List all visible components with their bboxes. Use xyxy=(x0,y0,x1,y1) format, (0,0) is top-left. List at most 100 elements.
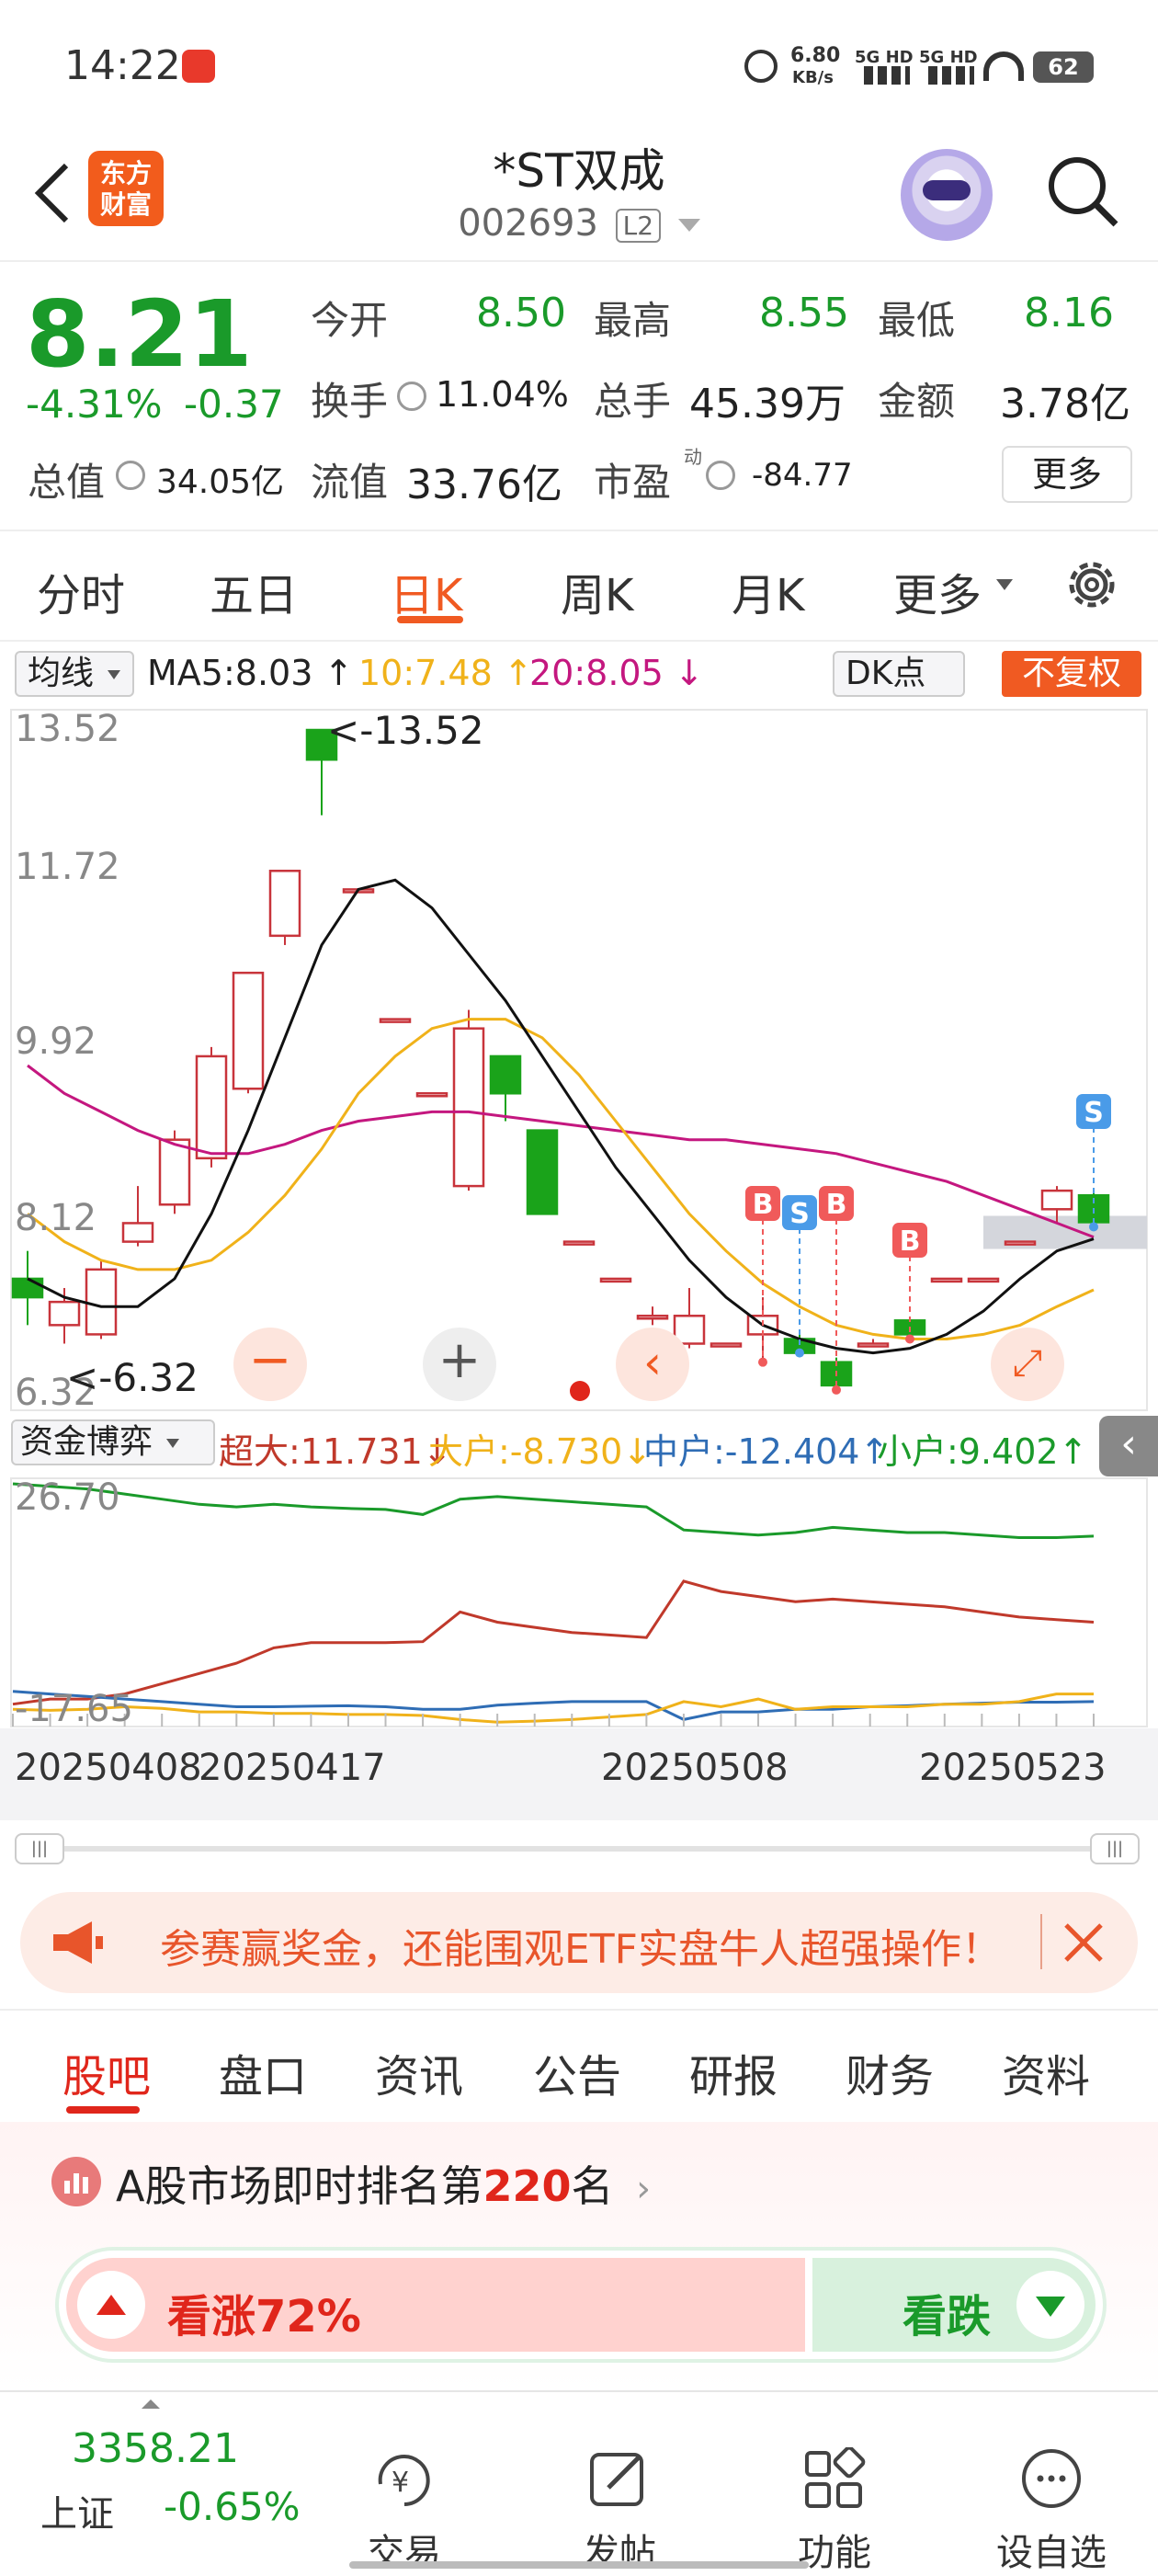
robot-face xyxy=(923,180,971,200)
turnover-info-icon[interactable] xyxy=(397,382,426,411)
chart-settings-button[interactable] xyxy=(1062,555,1121,614)
candle-body xyxy=(121,1222,154,1243)
candle-body xyxy=(158,1138,191,1206)
small-value: 小户:9.402 xyxy=(877,1431,1059,1472)
date-label-3: 20250508 xyxy=(601,1747,789,1789)
tab-guba[interactable]: 股吧 xyxy=(62,2040,151,2104)
content-tabs: 股吧 盘口 资讯 公告 研报 财务 资料 xyxy=(0,2009,1158,2119)
app-notification-icon xyxy=(182,50,215,83)
signal-label: S xyxy=(789,1198,810,1230)
side-panel-toggle[interactable]: ‹ xyxy=(1099,1416,1158,1476)
alarm-icon xyxy=(744,50,778,83)
sentiment-section: A股市场即时排名第220名 › 看涨72% 看跌 xyxy=(0,2122,1158,2388)
close-icon xyxy=(1064,1923,1103,1962)
megaphone-icon xyxy=(50,1920,105,1966)
index-change: -0.65% xyxy=(164,2484,301,2529)
super-large-legend: 超大:11.731↓ xyxy=(219,1431,452,1472)
status-time: 14:22 xyxy=(64,42,181,89)
nav-add-watchlist[interactable]: 设自选 xyxy=(987,2447,1116,2576)
ma-select[interactable]: 均线 xyxy=(15,651,134,697)
date-label-1: 20250408 xyxy=(15,1747,202,1789)
scroll-handle-left[interactable]: ||| xyxy=(15,1833,64,1864)
y-label-4: 8.12 xyxy=(15,1197,97,1239)
robot-assistant-icon[interactable] xyxy=(901,149,993,241)
more-quote-button[interactable]: 更多 xyxy=(1002,446,1132,503)
tab-five-day[interactable]: 五日 xyxy=(210,559,298,623)
zoom-in-button[interactable]: + xyxy=(423,1328,496,1401)
pe-dynamic-mark: 动 xyxy=(684,446,702,468)
dk-point-button[interactable]: DK点 xyxy=(833,651,965,697)
search-button[interactable] xyxy=(1044,153,1121,230)
scroll-left-button[interactable]: ‹ xyxy=(616,1328,689,1401)
fund-select-label: 资金博弈 xyxy=(20,1423,153,1461)
candle-body xyxy=(562,1240,596,1246)
tab-more[interactable]: 更多 xyxy=(893,559,982,623)
bear-button[interactable] xyxy=(1016,2271,1084,2339)
high-value: 8.55 xyxy=(759,290,849,336)
tab-research[interactable]: 研报 xyxy=(689,2040,778,2104)
tab-finance[interactable]: 财务 xyxy=(846,2040,934,2104)
banner-close-button[interactable] xyxy=(1057,1916,1110,1969)
fund-y-top: 26.70 xyxy=(15,1476,120,1519)
low-label: 最低 xyxy=(878,298,956,343)
fund-flow-svg[interactable] xyxy=(0,1476,1158,1728)
code-dropdown-icon xyxy=(677,219,700,232)
date-label-4: 20250523 xyxy=(919,1747,1107,1789)
candle-body xyxy=(379,1018,412,1023)
market-cap-info-icon[interactable] xyxy=(116,461,145,490)
nav-post[interactable]: 发帖 xyxy=(555,2447,684,2576)
super-large-line xyxy=(12,1579,1095,1706)
functions-icon xyxy=(805,2445,866,2508)
fullscreen-button[interactable]: ⤢ xyxy=(991,1328,1064,1401)
nav-trade[interactable]: ¥ 交易 xyxy=(340,2447,469,2576)
ranking-chart-icon xyxy=(51,2157,101,2206)
tab-announcements[interactable]: 公告 xyxy=(533,2040,621,2104)
nav-functions[interactable]: 功能 xyxy=(770,2445,899,2576)
bull-button[interactable] xyxy=(77,2271,145,2339)
pe-info-icon[interactable] xyxy=(706,461,735,490)
y-label-top: 13.52 xyxy=(15,708,120,750)
candle-body xyxy=(636,1315,669,1320)
tab-profile[interactable]: 资料 xyxy=(1002,2040,1090,2104)
minus-icon: − xyxy=(248,1330,292,1390)
signal-label: B xyxy=(753,1189,774,1221)
tab-daily-k[interactable]: 日K xyxy=(390,559,462,623)
ranking-row[interactable]: A股市场即时排名第220名 › xyxy=(116,2153,651,2214)
fund-indicator-select[interactable]: 资金博弈 xyxy=(11,1419,215,1465)
trade-icon: ¥ xyxy=(378,2455,430,2506)
ranking-suffix: 名 xyxy=(571,2161,614,2211)
ma20-legend: 20:8.05 ↓ xyxy=(529,653,704,693)
no-adjust-button[interactable]: 不复权 xyxy=(1002,651,1141,697)
tab-weekly-k[interactable]: 周K xyxy=(561,559,633,623)
quote-panel: 8.21 -4.31% -0.37 今开 8.50 最高 8.55 最低 8.1… xyxy=(0,262,1158,531)
event-dot[interactable] xyxy=(570,1381,590,1401)
ma-select-arrow-icon xyxy=(108,670,121,679)
volume-value: 45.39万 xyxy=(689,381,846,427)
svg-text:¥: ¥ xyxy=(392,2467,409,2499)
kline-chart[interactable]: BSBBS 13.52 11.72 9.92 8.12 6.32 <-13.52… xyxy=(0,708,1158,1416)
stock-header: 东方 财富 *ST双成 002693 L2 xyxy=(0,129,1158,262)
index-value[interactable]: 3358.21 xyxy=(72,2425,239,2472)
range-scrollbar[interactable]: ||| ||| xyxy=(0,1820,1158,1875)
stock-code: 002693 xyxy=(458,202,598,245)
tab-pankou[interactable]: 盘口 xyxy=(219,2040,307,2104)
ma-select-label: 均线 xyxy=(28,655,95,692)
index-expand-icon[interactable] xyxy=(142,2399,160,2409)
large-legend: 大户:-8.730↓ xyxy=(428,1431,653,1472)
up-triangle-icon xyxy=(96,2295,126,2315)
scroll-handle-right[interactable]: ||| xyxy=(1090,1833,1140,1864)
candle-body xyxy=(85,1268,118,1336)
promo-banner[interactable]: 参赛赢奖金，还能围观ETF实盘牛人超强操作！ xyxy=(20,1892,1138,1993)
ma10-value: 10:7.48 xyxy=(358,653,493,693)
period-tabs: 分时 五日 日K 周K 月K 更多 xyxy=(0,531,1158,642)
open-value: 8.50 xyxy=(476,290,566,336)
zoom-out-button[interactable]: − xyxy=(233,1328,307,1401)
kline-svg[interactable]: B S BBS xyxy=(0,708,1158,1416)
ma20-value: 20:8.05 xyxy=(529,653,664,693)
tab-intraday[interactable]: 分时 xyxy=(37,559,125,623)
candle-body xyxy=(967,1277,1000,1283)
tab-monthly-k[interactable]: 月K xyxy=(732,559,804,623)
tab-news[interactable]: 资讯 xyxy=(375,2040,463,2104)
signal-1-label: 5G HD xyxy=(855,48,914,67)
wifi-icon xyxy=(983,51,1024,81)
